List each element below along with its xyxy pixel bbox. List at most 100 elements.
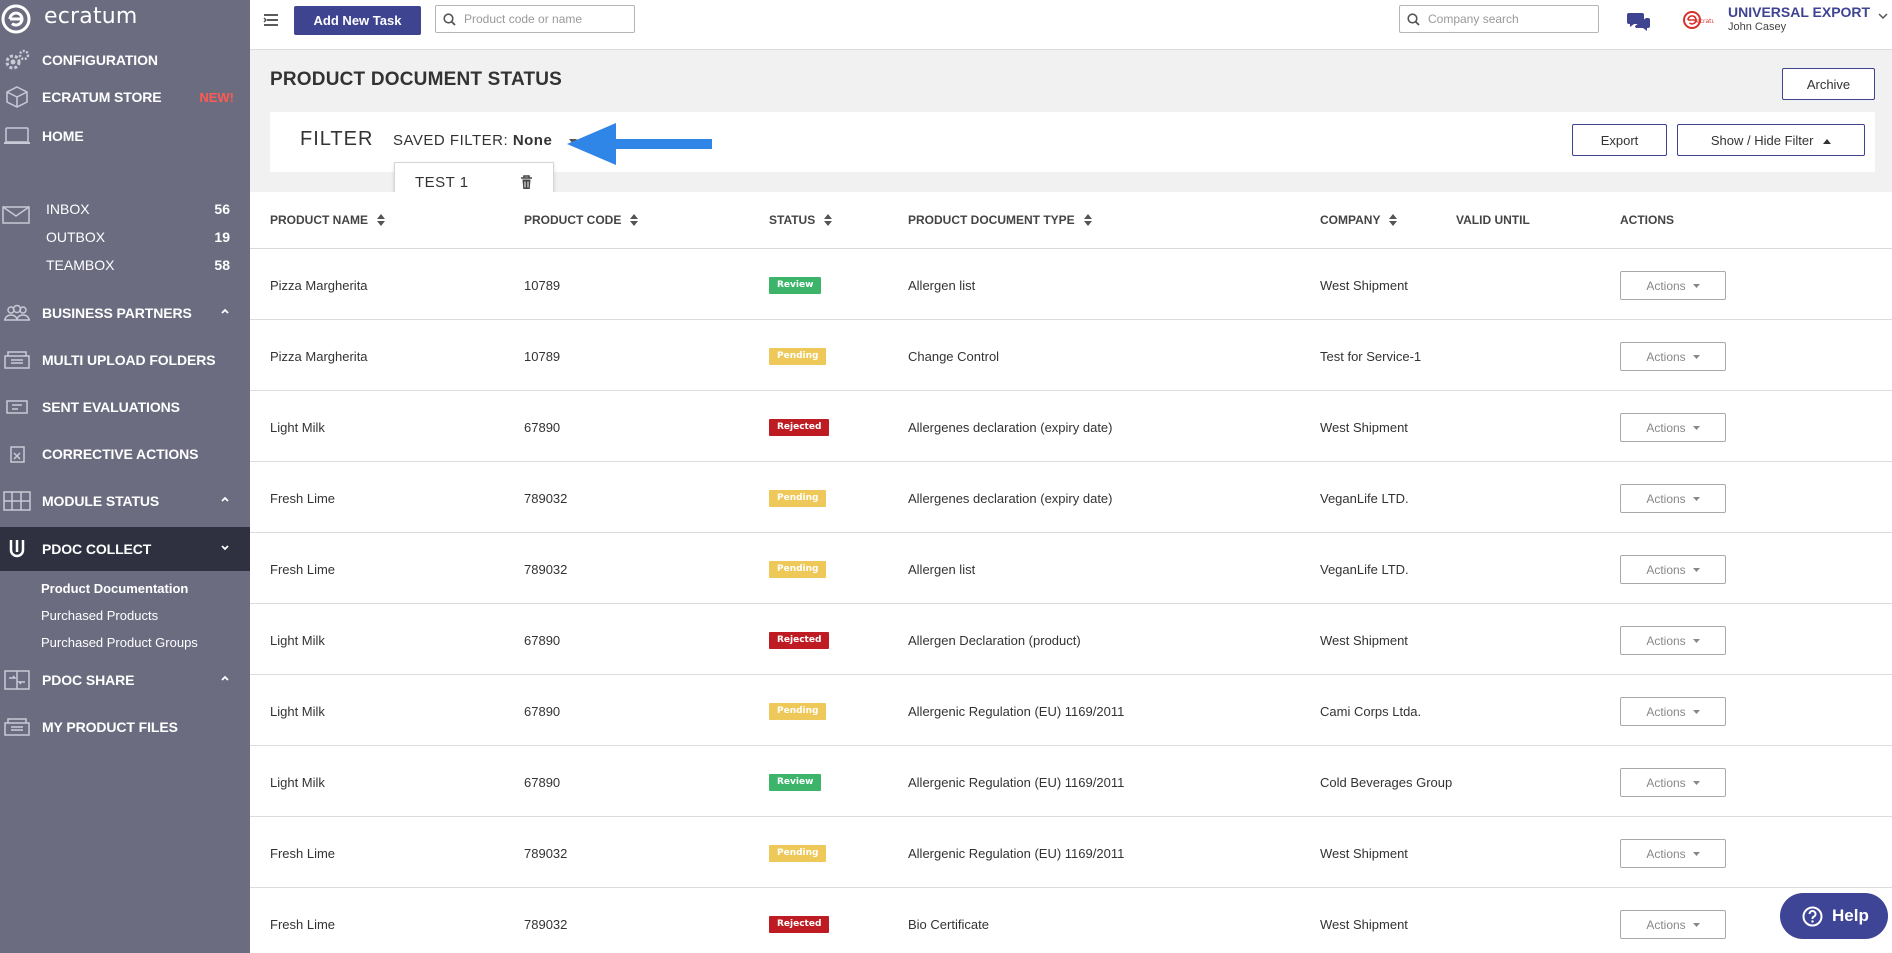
- product-code-cell: 67890: [524, 420, 561, 435]
- actions-button[interactable]: Actions: [1620, 697, 1726, 726]
- actions-label: Actions: [1646, 278, 1686, 293]
- chevron-down-icon: [221, 545, 229, 551]
- subnav-purchased-products[interactable]: Purchased Products: [41, 608, 158, 623]
- company-name[interactable]: UNIVERSAL EXPORT: [1728, 4, 1870, 20]
- logo-text: ecratum: [44, 4, 138, 29]
- subnav-purchased-product-groups[interactable]: Purchased Product Groups: [41, 635, 198, 650]
- product-search[interactable]: [435, 5, 635, 33]
- actions-button[interactable]: Actions: [1620, 555, 1726, 584]
- help-button[interactable]: Help: [1780, 893, 1888, 939]
- nav-module-status-label: MODULE STATUS: [42, 493, 160, 509]
- column-company[interactable]: COMPANY: [1320, 213, 1398, 227]
- caret-down-icon: [1692, 283, 1700, 288]
- nav-multi-upload-label: MULTI UPLOAD FOLDERS: [42, 352, 216, 368]
- column-product-code[interactable]: PRODUCT CODE: [524, 213, 639, 227]
- actions-button[interactable]: Actions: [1620, 271, 1726, 300]
- brand-logo: ecratum: [1683, 11, 1714, 29]
- product-code-cell: 67890: [524, 704, 561, 719]
- nav-pdoc-share[interactable]: PDOC SHARE: [0, 665, 250, 695]
- actions-label: Actions: [1646, 420, 1686, 435]
- subnav-product-documentation[interactable]: Product Documentation: [41, 581, 188, 596]
- table-body: Pizza Margherita 10789 Review Allergen list…: [250, 249, 1892, 953]
- sidebar: ecratum CONFIGURATION ECRATUM STORE NEW!…: [0, 0, 250, 953]
- nav-outbox-label: OUTBOX: [46, 229, 106, 245]
- column-product-name[interactable]: PRODUCT NAME: [270, 213, 385, 227]
- sort-icon: [1083, 214, 1092, 226]
- actions-label: Actions: [1646, 491, 1686, 506]
- teambox-count: 58: [214, 257, 230, 273]
- evaluation-icon: [6, 400, 28, 414]
- archive-button[interactable]: Archive: [1782, 68, 1875, 100]
- sort-icon: [377, 214, 385, 226]
- status-badge: Review: [769, 277, 822, 294]
- document-type-cell: Allergenic Regulation (EU) 1169/2011: [908, 846, 1125, 861]
- search-icon: [1407, 13, 1420, 26]
- actions-button[interactable]: Actions: [1620, 839, 1726, 868]
- product-search-input[interactable]: [464, 9, 624, 29]
- add-new-task-button[interactable]: Add New Task: [294, 6, 421, 35]
- actions-button[interactable]: Actions: [1620, 768, 1726, 797]
- column-status[interactable]: STATUS: [769, 213, 833, 227]
- chat-icon[interactable]: [1626, 10, 1652, 32]
- user-name[interactable]: John Casey: [1728, 21, 1786, 33]
- document-type-cell: Bio Certificate: [908, 917, 989, 932]
- nav-module-status[interactable]: MODULE STATUS: [0, 486, 250, 516]
- actions-button[interactable]: Actions: [1620, 342, 1726, 371]
- nav-corrective-actions[interactable]: CORRECTIVE ACTIONS: [0, 439, 250, 469]
- table-row: Fresh Lime 789032 Pending Allergen list Vega…: [250, 533, 1892, 604]
- menu-icon[interactable]: [263, 13, 279, 27]
- saved-filter-label: SAVED FILTER:: [393, 132, 509, 149]
- saved-filter-dropdown[interactable]: SAVED FILTER: None: [393, 132, 552, 149]
- company-cell: Test for Service-1: [1320, 349, 1422, 364]
- saved-filter-value: None: [512, 132, 553, 149]
- show-hide-filter-button[interactable]: Show / Hide Filter: [1677, 124, 1865, 156]
- nav-ecratum-store[interactable]: ECRATUM STORE NEW!: [0, 82, 250, 112]
- outbox-count: 19: [214, 229, 230, 245]
- company-search-input[interactable]: [1428, 9, 1588, 29]
- company-search[interactable]: [1399, 5, 1599, 33]
- actions-button[interactable]: Actions: [1620, 484, 1726, 513]
- nav-multi-upload-folders[interactable]: MULTI UPLOAD FOLDERS: [0, 345, 250, 375]
- column-product-code-label: PRODUCT CODE: [524, 213, 622, 227]
- nav-business-partners[interactable]: BUSINESS PARTNERS: [0, 298, 250, 328]
- topbar: Add New Task ecratum UNIVERSAL EXPORT: [250, 0, 1892, 50]
- arrow-left-icon: [567, 123, 712, 165]
- document-type-cell: Allergenes declaration (expiry date): [908, 491, 1113, 506]
- nav-my-product-files[interactable]: MY PRODUCT FILES: [0, 712, 250, 742]
- product-name-cell: Light Milk: [270, 633, 325, 648]
- nav-outbox[interactable]: OUTBOX 19: [0, 225, 250, 249]
- table-row: Light Milk 67890 Rejected Allergenes declar…: [250, 391, 1892, 462]
- nav-configuration[interactable]: CONFIGURATION: [0, 45, 250, 75]
- export-button[interactable]: Export: [1572, 124, 1667, 156]
- table-row: Pizza Margherita 10789 Review Allergen list…: [250, 249, 1892, 320]
- chevron-down-icon[interactable]: [1878, 12, 1888, 20]
- corrective-icon: [10, 446, 25, 463]
- page-title: PRODUCT DOCUMENT STATUS: [270, 69, 563, 90]
- product-name-cell: Fresh Lime: [270, 562, 336, 577]
- nav-inbox[interactable]: INBOX 56: [0, 197, 250, 221]
- document-type-cell: Allergen Declaration (product): [908, 633, 1081, 648]
- nav-sent-evaluations[interactable]: SENT EVALUATIONS: [0, 392, 250, 422]
- nav-teambox[interactable]: TEAMBOX 58: [0, 253, 250, 277]
- trash-icon[interactable]: [520, 175, 533, 190]
- saved-filter-option[interactable]: TEST 1: [415, 174, 469, 191]
- document-type-cell: Allergen list: [908, 562, 976, 577]
- column-valid-until: VALID UNTIL: [1456, 213, 1530, 227]
- actions-button[interactable]: Actions: [1620, 626, 1726, 655]
- grid-icon: [3, 491, 31, 511]
- product-code-cell: 789032: [524, 491, 568, 506]
- column-document-type[interactable]: PRODUCT DOCUMENT TYPE: [908, 213, 1092, 227]
- caret-up-icon: [1823, 138, 1832, 144]
- actions-label: Actions: [1646, 917, 1686, 932]
- nav-corrective-actions-label: CORRECTIVE ACTIONS: [42, 446, 199, 462]
- company-cell: West Shipment: [1320, 846, 1408, 861]
- share-icon: [4, 670, 30, 690]
- column-company-label: COMPANY: [1320, 213, 1381, 227]
- table-row: Light Milk 67890 Review Allergenic Regulati…: [250, 746, 1892, 817]
- nav-home[interactable]: HOME: [0, 121, 250, 151]
- caret-down-icon: [1692, 496, 1700, 501]
- actions-button[interactable]: Actions: [1620, 910, 1726, 939]
- actions-button[interactable]: Actions: [1620, 413, 1726, 442]
- nav-pdoc-collect[interactable]: PDOC COLLECT: [0, 527, 250, 571]
- chevron-up-icon: [221, 308, 229, 314]
